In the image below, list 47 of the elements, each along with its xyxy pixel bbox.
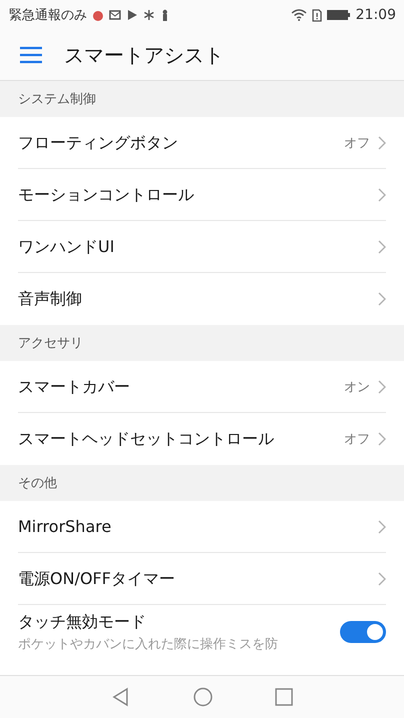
chevron-icon: [378, 240, 386, 254]
settings-row[interactable]: タッチ無効モード ポケットやカバンに入れた際に操作ミスを防: [0, 605, 404, 659]
notification-icon: [92, 9, 104, 21]
menu-icon: [20, 46, 42, 64]
section-header: システム制御: [0, 81, 404, 117]
carrier-text: 緊急通報のみ: [9, 7, 87, 24]
back-icon[interactable]: [111, 687, 131, 707]
chevron-icon: [378, 572, 386, 586]
setting-label: スマートカバー: [18, 376, 131, 398]
setting-label: ワンハンドUI: [18, 236, 116, 258]
chevron-icon: [378, 380, 386, 394]
settings-row[interactable]: MirrorShare: [0, 501, 404, 553]
settings-row[interactable]: 電源ON/OFFタイマー: [0, 553, 404, 605]
clock-text: 21:09: [356, 7, 396, 23]
setting-label: 音声制御: [18, 288, 83, 310]
toggle-switch[interactable]: [340, 621, 386, 643]
settings-row[interactable]: ワンハンドUI: [0, 221, 404, 273]
setting-description: ポケットやカバンに入れた際に操作ミスを防: [18, 636, 279, 653]
home-icon[interactable]: [193, 687, 213, 707]
settings-row[interactable]: スマートヘッドセットコントロール オフ: [0, 413, 404, 465]
chevron-icon: [378, 188, 386, 202]
mail-icon: [109, 9, 121, 21]
battery-icon: [326, 9, 351, 21]
setting-value: オン: [344, 379, 370, 396]
wifi-icon: [290, 9, 307, 21]
section-header: アクセサリ: [0, 325, 404, 361]
setting-label: スマートヘッドセットコントロール: [18, 428, 275, 450]
recents-icon[interactable]: [275, 688, 293, 706]
setting-label: タッチ無効モード: [18, 611, 147, 633]
figure-icon: [160, 9, 170, 21]
sim-icon: [312, 8, 322, 22]
setting-label: MirrorShare: [18, 516, 112, 538]
setting-value: オフ: [344, 431, 370, 448]
setting-label: フローティングボタン: [18, 132, 179, 154]
settings-row[interactable]: モーションコントロール: [0, 169, 404, 221]
section-header: その他: [0, 465, 404, 501]
setting-label: 電源ON/OFFタイマー: [18, 568, 176, 590]
chevron-icon: [378, 292, 386, 306]
settings-row[interactable]: 音声制御: [0, 273, 404, 325]
settings-row[interactable]: スマートカバー オン: [0, 361, 404, 413]
setting-label: モーションコントロール: [18, 184, 195, 206]
settings-row[interactable]: フローティングボタン オフ: [0, 117, 404, 169]
chevron-icon: [378, 520, 386, 534]
screen-title: スマートアシスト: [64, 42, 224, 68]
chevron-icon: [378, 136, 386, 150]
chevron-icon: [378, 432, 386, 446]
setting-value: オフ: [344, 135, 370, 152]
